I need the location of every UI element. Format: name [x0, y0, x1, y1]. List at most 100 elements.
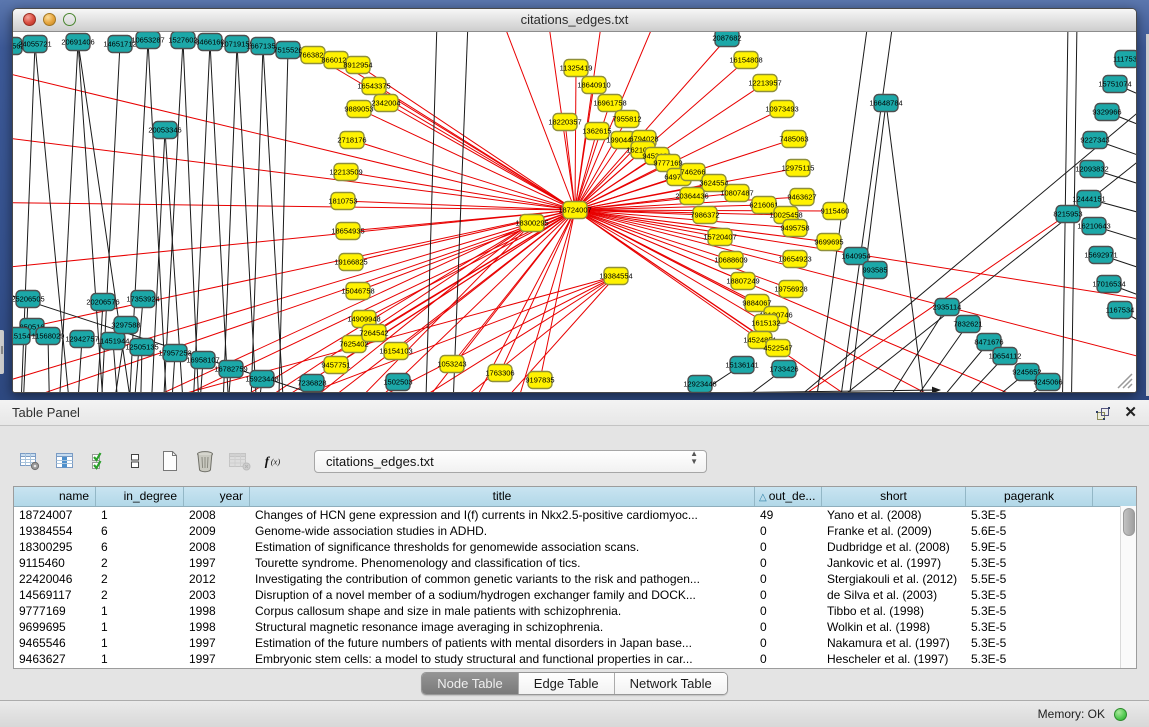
column-header-in_degree[interactable]: in_degree	[96, 487, 184, 506]
cell-short[interactable]: de Silva et al. (2003)	[822, 587, 966, 603]
network-node-selected[interactable]: 18220357	[548, 114, 581, 131]
network-node[interactable]: 15751074	[1098, 76, 1131, 93]
cell-pagerank[interactable]: 5.3E-5	[966, 555, 1093, 571]
left-panel-divider-handle[interactable]	[0, 330, 4, 374]
column-header-name[interactable]: name	[14, 487, 96, 506]
network-node[interactable]: 17016534	[1092, 276, 1125, 293]
network-node-selected[interactable]: 16961758	[593, 95, 626, 112]
network-node[interactable]: 12942757	[65, 331, 98, 348]
network-node-selected[interactable]: 7264542	[359, 325, 388, 342]
cell-out_de[interactable]: 0	[755, 539, 822, 555]
network-node-selected[interactable]: 20364436	[675, 188, 708, 205]
network-node[interactable]: 12093832	[1075, 161, 1108, 178]
network-node-selected[interactable]: 7986372	[690, 207, 719, 224]
table-row[interactable]: 1938455462009Genome-wide association stu…	[14, 523, 1136, 539]
network-node-selected[interactable]: 2718176	[337, 132, 366, 149]
network-node-selected[interactable]: 1810753	[328, 193, 357, 210]
network-node-selected[interactable]: 7955812	[612, 111, 641, 128]
cell-short[interactable]: Hescheler et al. (1997)	[822, 651, 966, 667]
cell-out_de[interactable]: 0	[755, 555, 822, 571]
network-node[interactable]: 25206505	[13, 291, 45, 308]
cell-year[interactable]: 1998	[184, 619, 250, 635]
table-row[interactable]: 911546021997Tourette syndrome. Phenomeno…	[14, 555, 1136, 571]
network-node[interactable]: 10654112	[989, 348, 1022, 365]
network-node-selected[interactable]: 12213957	[748, 75, 781, 92]
cell-pagerank[interactable]: 5.3E-5	[966, 619, 1093, 635]
network-node[interactable]: 15136141	[725, 357, 758, 374]
network-node-selected[interactable]: 10973493	[765, 101, 798, 118]
cell-in_degree[interactable]: 6	[96, 523, 184, 539]
cell-year[interactable]: 2008	[184, 539, 250, 555]
cell-year[interactable]: 2009	[184, 523, 250, 539]
network-node[interactable]: 20206576	[86, 294, 119, 311]
cell-short[interactable]: Franke et al. (2009)	[822, 523, 966, 539]
cell-name[interactable]: 9699695	[14, 619, 96, 635]
network-node[interactable]: 2087682	[712, 32, 741, 47]
tab-node-table[interactable]: Node Table	[422, 673, 518, 694]
network-node[interactable]: 15692971	[1084, 247, 1117, 264]
show-columns-icon[interactable]	[53, 449, 77, 473]
table-row[interactable]: 1830029562008Estimation of significance …	[14, 539, 1136, 555]
network-node[interactable]: 993585	[862, 262, 887, 279]
cell-name[interactable]: 9115460	[14, 555, 96, 571]
create-column-icon[interactable]	[158, 449, 182, 473]
cell-short[interactable]: Nakamura et al. (1997)	[822, 635, 966, 651]
table-row[interactable]: 1872400712008Changes of HCN gene express…	[14, 507, 1136, 523]
network-node-selected[interactable]: 1615132	[751, 315, 780, 332]
column-header-short[interactable]: short	[822, 487, 966, 506]
network-node-selected[interactable]: 9457751	[321, 357, 350, 374]
cell-name[interactable]: 18300295	[14, 539, 96, 555]
network-node-selected[interactable]: 18640910	[577, 77, 610, 94]
column-header-title[interactable]: title	[250, 487, 755, 506]
cell-title[interactable]: Estimation of the future numbers of pati…	[250, 635, 755, 651]
cell-name[interactable]: 22420046	[14, 571, 96, 587]
cell-out_de[interactable]: 49	[755, 507, 822, 523]
cell-in_degree[interactable]: 6	[96, 539, 184, 555]
cell-title[interactable]: Corpus callosum shape and size in male p…	[250, 603, 755, 619]
cell-year[interactable]: 1997	[184, 555, 250, 571]
cell-year[interactable]: 2003	[184, 587, 250, 603]
network-node[interactable]: 1502503	[383, 374, 412, 391]
cell-short[interactable]: Yano et al. (2008)	[822, 507, 966, 523]
network-node-selected[interactable]: 7485063	[779, 131, 808, 148]
network-node-selected[interactable]: 16543375	[357, 78, 390, 95]
network-node-selected[interactable]: 1763306	[485, 365, 514, 382]
cell-year[interactable]: 2012	[184, 571, 250, 587]
select-columns-icon[interactable]	[88, 449, 112, 473]
tab-network-table[interactable]: Network Table	[614, 673, 727, 694]
column-header-pagerank[interactable]: pagerank	[966, 487, 1093, 506]
network-node-selected[interactable]: 18300295	[515, 215, 548, 232]
cell-name[interactable]: 19384554	[14, 523, 96, 539]
cell-out_de[interactable]: 0	[755, 587, 822, 603]
network-node-selected[interactable]: 19384554	[599, 268, 632, 285]
float-window-icon[interactable]	[1095, 405, 1111, 431]
cell-in_degree[interactable]: 2	[96, 555, 184, 571]
close-panel-icon[interactable]: ✕	[1124, 403, 1137, 423]
network-node[interactable]: 1527602	[168, 32, 197, 49]
memory-status-icon[interactable]	[1114, 708, 1127, 721]
tab-edge-table[interactable]: Edge Table	[518, 673, 614, 694]
network-node-selected[interactable]: 2342004	[371, 95, 400, 112]
cell-title[interactable]: Structural magnetic resonance image aver…	[250, 619, 755, 635]
cell-title[interactable]: Genome-wide association studies in ADHD.	[250, 523, 755, 539]
cell-out_de[interactable]: 0	[755, 603, 822, 619]
network-node-selected[interactable]: 16154808	[729, 52, 762, 69]
network-node-selected[interactable]: 9495758	[780, 220, 809, 237]
cell-pagerank[interactable]: 5.3E-5	[966, 507, 1093, 523]
table-row[interactable]: 946362711997Embryonic stem cells: a mode…	[14, 651, 1136, 667]
network-node-selected[interactable]: 4522547	[763, 340, 792, 357]
table-row[interactable]: 977716911998Corpus callosum shape and si…	[14, 603, 1136, 619]
network-node-selected[interactable]: 12213509	[329, 164, 362, 181]
network-node-selected[interactable]: 19756928	[774, 281, 807, 298]
network-node[interactable]: 15923448	[245, 371, 278, 388]
network-node[interactable]: 9245066	[1033, 374, 1062, 391]
cell-title[interactable]: Tourette syndrome. Phenomenology and cla…	[250, 555, 755, 571]
cell-in_degree[interactable]: 2	[96, 571, 184, 587]
network-node-selected[interactable]: 9197835	[525, 372, 554, 389]
network-node[interactable]: 10653287	[131, 32, 164, 49]
table-row[interactable]: 2242004622012Investigating the contribut…	[14, 571, 1136, 587]
network-node-selected[interactable]: 11325419	[560, 60, 593, 77]
cell-short[interactable]: Dudbridge et al. (2008)	[822, 539, 966, 555]
table-select-dropdown[interactable]: citations_edges.txt ▲▼	[314, 450, 707, 473]
cell-out_de[interactable]: 0	[755, 619, 822, 635]
